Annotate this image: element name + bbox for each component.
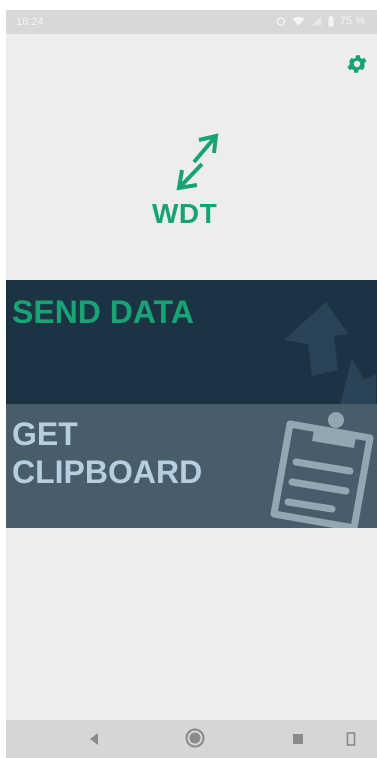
app-logo: WDT — [146, 132, 246, 242]
rotate-icon[interactable] — [344, 730, 358, 748]
status-icons: 75 % — [276, 15, 365, 27]
alarm-icon — [276, 17, 286, 26]
gear-icon — [347, 55, 367, 73]
status-bar: 16:24 75 % — [6, 10, 377, 34]
send-data-label: SEND DATA — [12, 294, 194, 330]
signal-icon — [311, 16, 322, 26]
upload-icon — [284, 302, 376, 404]
battery-icon — [328, 15, 334, 26]
wifi-icon — [292, 16, 305, 26]
send-data-button[interactable]: SEND DATA — [6, 280, 377, 404]
logo-text: WDT — [152, 198, 218, 229]
home-icon[interactable] — [184, 727, 206, 749]
recents-icon[interactable] — [290, 730, 306, 748]
app-screen: 16:24 75 % WDT SEND DATA GET CLIPBOARD — [6, 10, 377, 758]
battery-percent: 75 % — [339, 15, 365, 27]
navigation-bar — [6, 720, 377, 758]
settings-button[interactable] — [343, 50, 371, 78]
back-icon[interactable] — [86, 730, 102, 748]
get-clipboard-label: GET CLIPBOARD — [12, 416, 203, 490]
clipboard-icon — [270, 412, 374, 528]
swap-arrows-icon — [176, 133, 219, 191]
status-time: 16:24 — [16, 16, 44, 28]
get-clipboard-button[interactable]: GET CLIPBOARD — [6, 404, 377, 528]
